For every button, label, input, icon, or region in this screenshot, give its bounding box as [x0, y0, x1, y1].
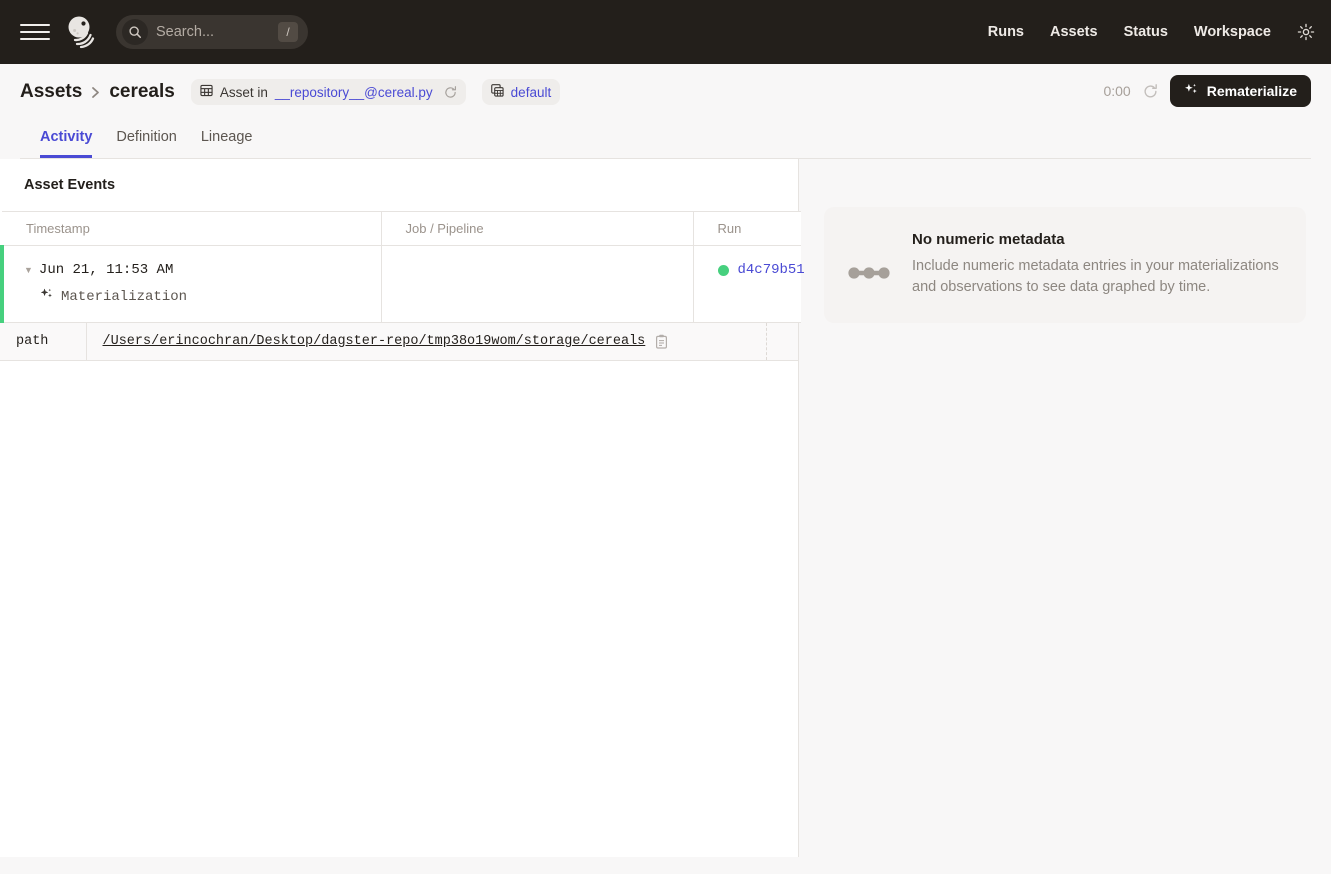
tab-bar: Activity Definition Lineage	[20, 120, 1311, 158]
search-placeholder: Search...	[156, 24, 278, 40]
hamburger-menu-icon[interactable]	[20, 20, 50, 44]
tab-definition[interactable]: Definition	[116, 129, 176, 158]
no-numeric-metadata-text: No numeric metadata Include numeric meta…	[912, 231, 1280, 297]
timestamp-cell: ▼ Jun 21, 11:53 AM	[2, 246, 381, 323]
metadata-key: path	[0, 323, 86, 361]
page-title: cereals	[109, 81, 175, 103]
default-chip-label: default	[511, 85, 552, 100]
breadcrumb-assets[interactable]: Assets	[20, 81, 82, 103]
nav-link-status[interactable]: Status	[1124, 24, 1168, 40]
no-numeric-metadata-card: No numeric metadata Include numeric meta…	[824, 207, 1306, 323]
nav-link-assets[interactable]: Assets	[1050, 24, 1098, 40]
run-id-link[interactable]: d4c79b51	[738, 262, 805, 278]
tab-lineage[interactable]: Lineage	[201, 129, 253, 158]
empty-state-description: Include numeric metadata entries in your…	[912, 256, 1280, 297]
column-header-run: Run	[693, 212, 801, 246]
nav-link-workspace[interactable]: Workspace	[1194, 24, 1271, 40]
asset-events-table: Timestamp Job / Pipeline Run ▼ Jun 21, 1…	[0, 211, 801, 323]
rematerialize-label: Rematerialize	[1207, 83, 1297, 99]
table-grid-icon	[200, 84, 213, 100]
metadata-spacer-cell	[766, 323, 798, 361]
nav-link-runs[interactable]: Runs	[988, 24, 1024, 40]
table-row: ▼ Jun 21, 11:53 AM	[2, 246, 801, 323]
nav-links: Runs Assets Status Workspace	[988, 23, 1315, 41]
gear-icon[interactable]	[1297, 23, 1315, 41]
search-input[interactable]: Search... /	[116, 15, 308, 49]
triangle-down-icon[interactable]: ▼	[24, 266, 33, 275]
event-type: Materialization	[61, 289, 187, 305]
page-body: Asset Events Timestamp Job / Pipeline Ru…	[0, 159, 1331, 857]
page-header: Assets cereals Asset in __repository__@c…	[0, 64, 1331, 159]
clipboard-copy-icon[interactable]	[655, 334, 668, 349]
metadata-graph-pane: No numeric metadata Include numeric meta…	[799, 159, 1331, 857]
metadata-value-cell: /Users/erincochran/Desktop/dagster-repo/…	[86, 323, 766, 361]
asset-events-pane: Asset Events Timestamp Job / Pipeline Ru…	[0, 159, 799, 857]
repository-chip-prefix: Asset in	[220, 85, 268, 100]
search-icon	[122, 19, 148, 45]
column-header-job-pipeline: Job / Pipeline	[381, 212, 693, 246]
repository-link[interactable]: __repository__@cereal.py	[275, 85, 433, 100]
column-header-timestamp: Timestamp	[2, 212, 381, 246]
table-header-row: Timestamp Job / Pipeline Run	[2, 212, 801, 246]
chevron-right-icon	[91, 86, 100, 99]
run-cell: d4c79b51	[693, 246, 801, 323]
default-partition-chip[interactable]: default	[482, 79, 561, 105]
refresh-timer: 0:00	[1103, 83, 1130, 99]
rematerialize-button[interactable]: Rematerialize	[1170, 75, 1311, 107]
refresh-icon[interactable]	[1143, 84, 1158, 99]
top-navigation-bar: Search... / Runs Assets Status Workspace	[0, 0, 1331, 64]
stacked-tables-icon	[491, 84, 504, 100]
tab-activity[interactable]: Activity	[40, 129, 92, 158]
event-timestamp: Jun 21, 11:53 AM	[39, 262, 173, 278]
job-pipeline-cell	[381, 246, 693, 323]
sparkle-icon	[40, 287, 54, 306]
sparkle-icon	[1184, 82, 1199, 100]
repository-chip[interactable]: Asset in __repository__@cereal.py	[191, 79, 466, 105]
metadata-row: path /Users/erincochran/Desktop/dagster-…	[0, 323, 798, 361]
asset-events-heading: Asset Events	[0, 159, 798, 211]
header-actions: 0:00 Rematerialize	[1103, 75, 1311, 107]
reload-icon[interactable]	[444, 86, 457, 99]
metadata-path-link[interactable]: /Users/erincochran/Desktop/dagster-repo/…	[103, 334, 646, 349]
status-badge	[718, 265, 729, 276]
dagster-logo-icon[interactable]	[62, 13, 100, 51]
search-shortcut-key: /	[278, 22, 298, 42]
connected-dots-graph-icon	[846, 265, 892, 286]
event-metadata-table: path /Users/erincochran/Desktop/dagster-…	[0, 323, 798, 361]
empty-state-title: No numeric metadata	[912, 231, 1280, 248]
